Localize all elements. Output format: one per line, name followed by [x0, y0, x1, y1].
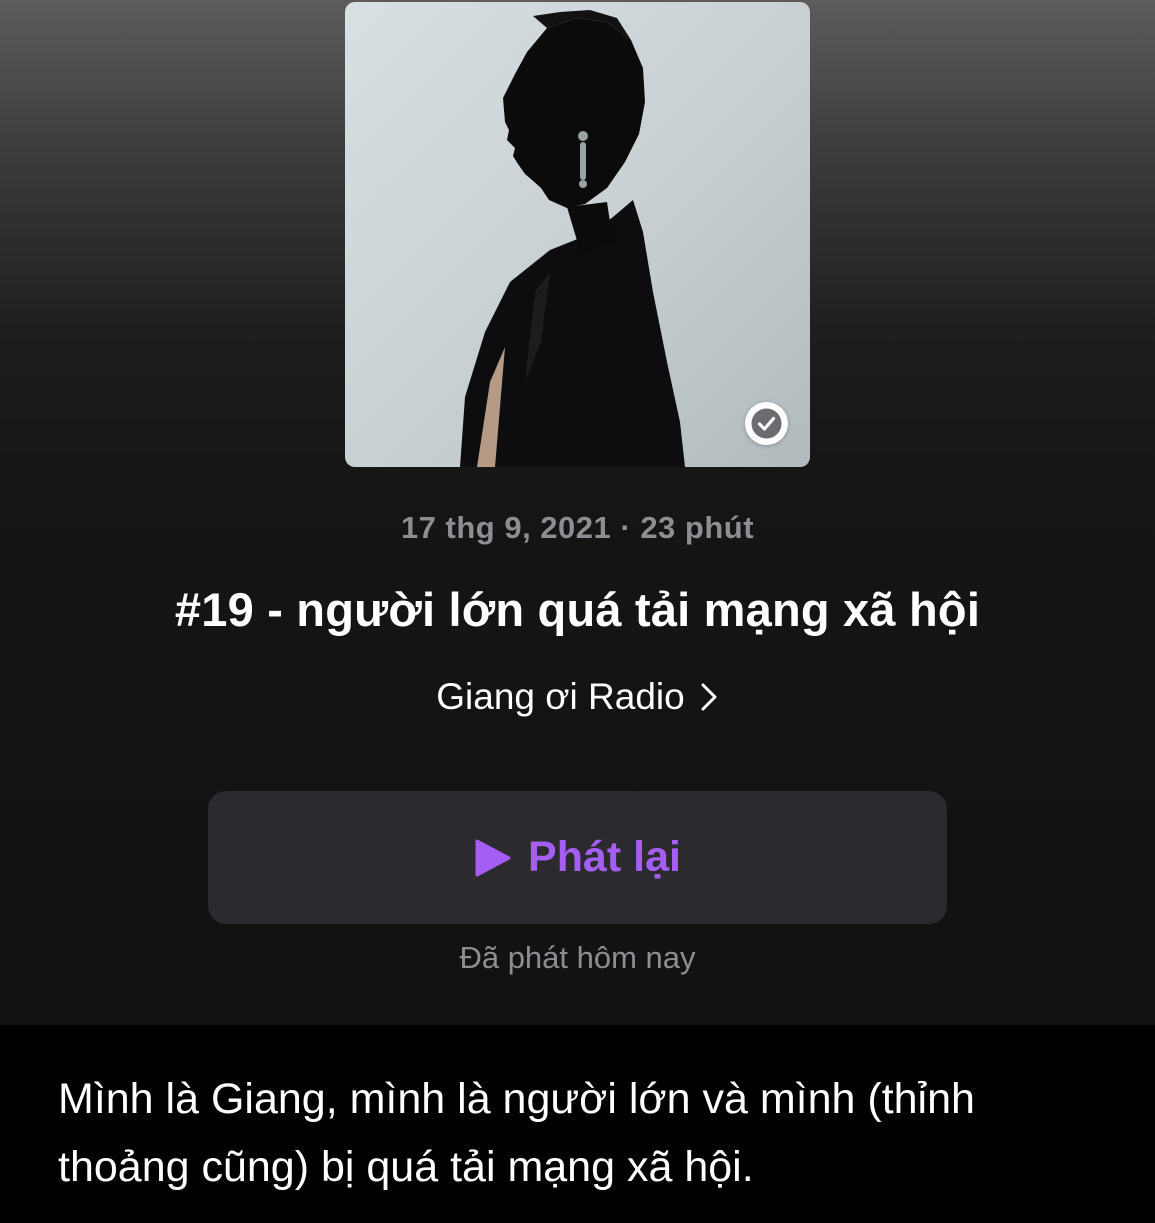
checkmark-circle-icon: [751, 408, 782, 439]
cover-photo-silhouette: [460, 10, 685, 467]
podcast-cover-image: [345, 2, 810, 467]
replay-button-label: Phát lại: [528, 833, 681, 881]
played-status: Đã phát hôm nay: [459, 940, 696, 975]
episode-header: 17 thg 9, 2021 · 23 phút #19 - người lớn…: [0, 0, 1155, 1025]
replay-button[interactable]: Phát lại: [208, 791, 947, 924]
play-icon: [475, 839, 511, 876]
show-link[interactable]: Giang ơi Radio: [0, 676, 1155, 718]
show-name: Giang ơi Radio: [436, 676, 685, 717]
episode-description: Mình là Giang, mình là người lớn và mình…: [58, 1075, 975, 1191]
played-checkmark-badge: [745, 402, 788, 445]
episode-description-section: Mình là Giang, mình là người lớn và mình…: [0, 1025, 1155, 1223]
chevron-right-icon: [701, 683, 717, 711]
podcast-episode-screen: 17 thg 9, 2021 · 23 phút #19 - người lớn…: [0, 0, 1155, 1223]
episode-title: #19 - người lớn quá tải mạng xã hội: [174, 583, 981, 636]
episode-date-duration: 17 thg 9, 2021 · 23 phút: [400, 510, 755, 545]
